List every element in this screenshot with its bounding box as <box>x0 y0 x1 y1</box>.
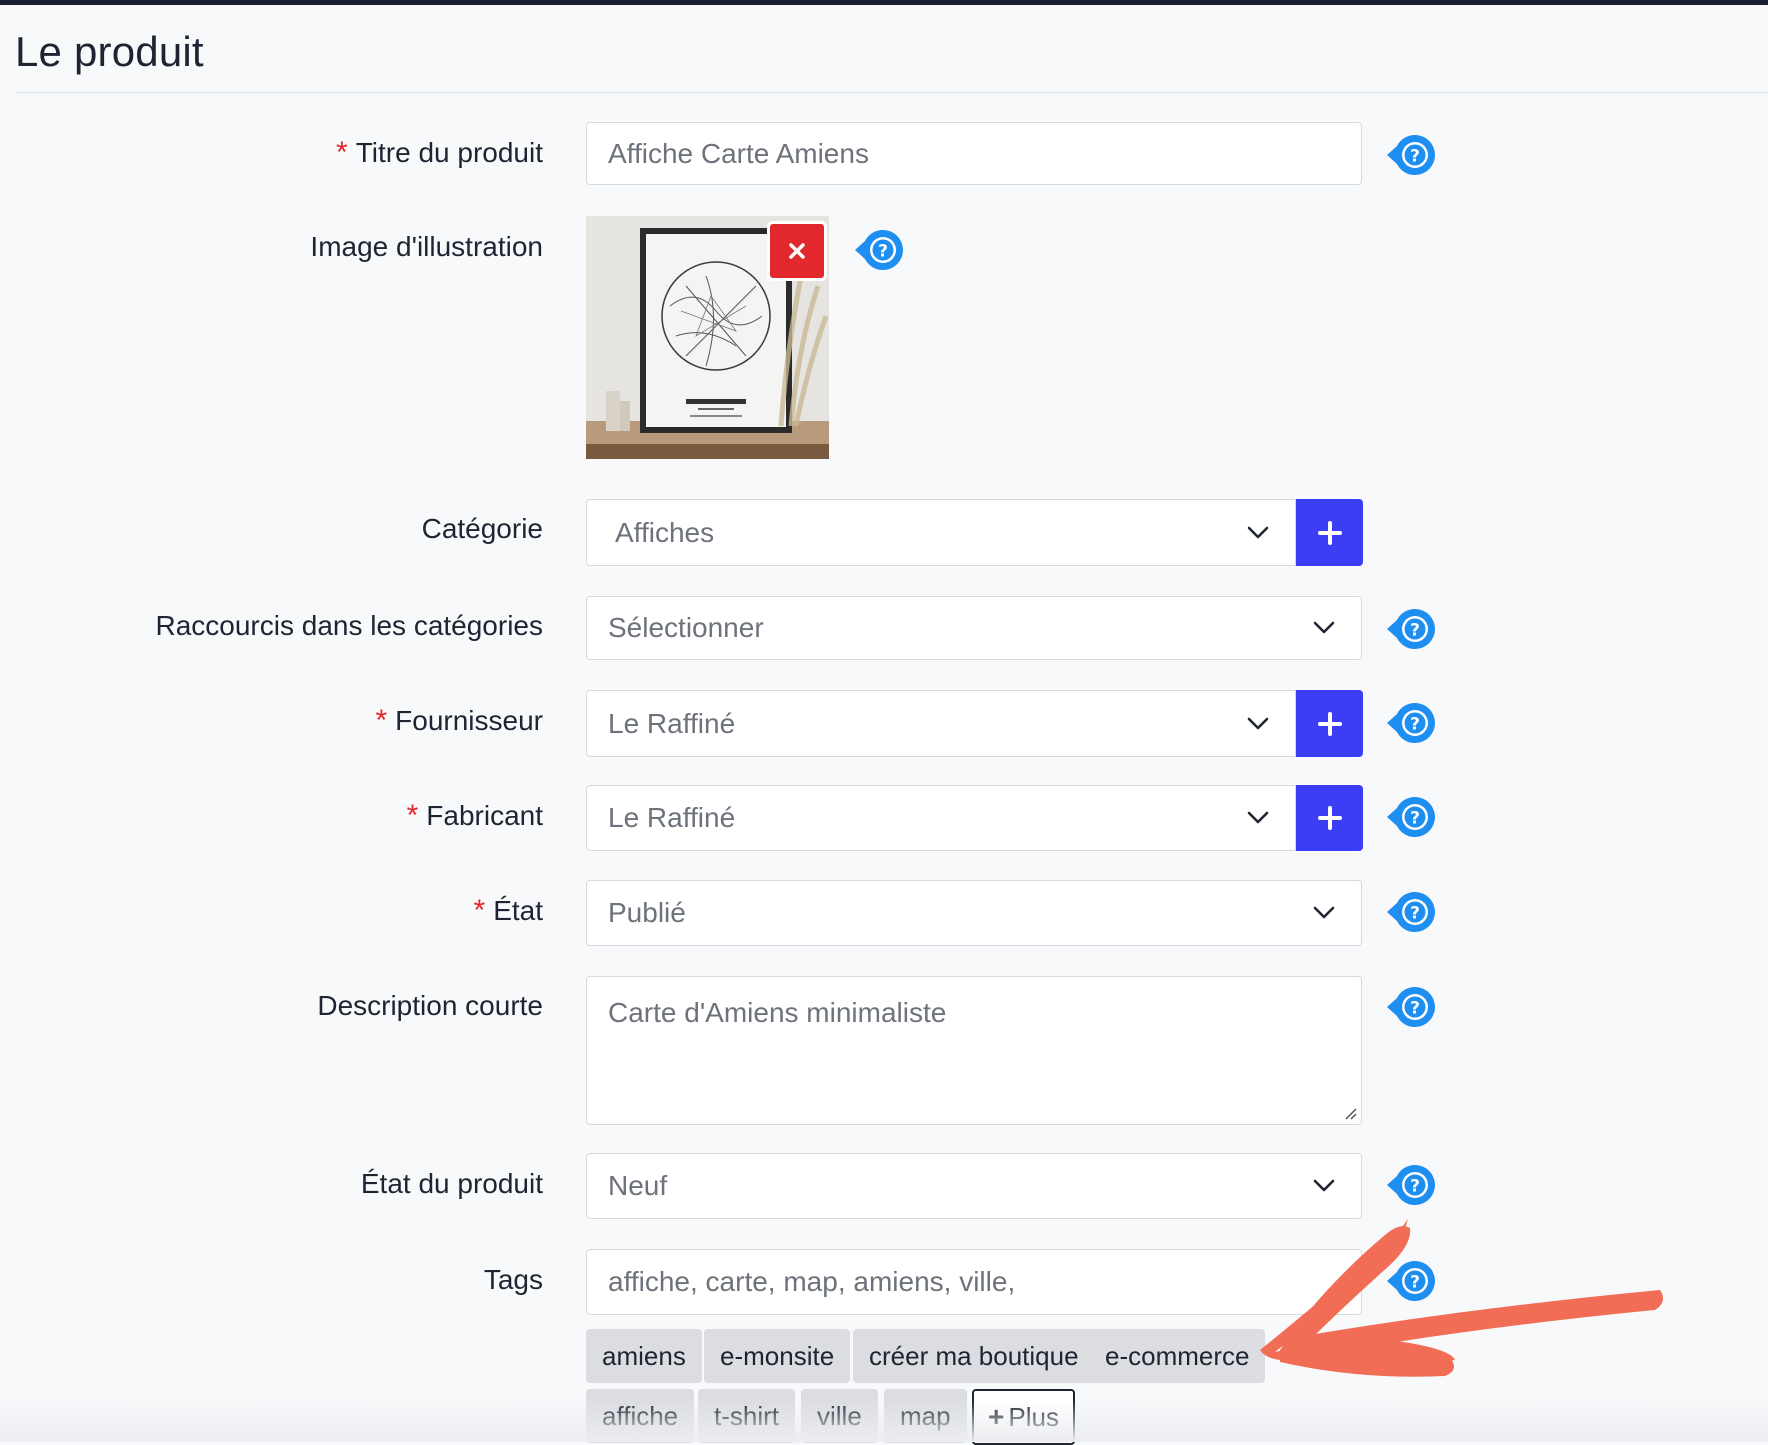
plus-icon: + <box>988 1401 1005 1432</box>
chevron-down-icon <box>1313 1179 1335 1192</box>
question-circle-icon[interactable]: ? <box>1385 985 1437 1029</box>
required-mark: * <box>336 136 348 169</box>
chevron-down-icon <box>1313 621 1335 634</box>
svg-text:?: ? <box>1410 904 1420 924</box>
label-image: Image d'illustration <box>310 231 543 262</box>
supplier-select[interactable]: Le Raffiné <box>586 690 1296 757</box>
plus-icon <box>1317 806 1342 830</box>
condition-select[interactable]: Neuf <box>586 1153 1362 1219</box>
label-short-description: Description courte <box>317 990 543 1021</box>
label-title: * Titre du produit <box>336 136 543 169</box>
shortcuts-select[interactable]: Sélectionner <box>586 596 1362 660</box>
category-select[interactable]: Affiches <box>586 499 1296 566</box>
add-category-button[interactable] <box>1296 499 1363 566</box>
remove-image-button[interactable] <box>770 224 824 278</box>
svg-text:?: ? <box>1410 715 1420 735</box>
svg-text:?: ? <box>1410 1177 1420 1197</box>
required-mark: * <box>473 894 486 927</box>
add-supplier-button[interactable] <box>1296 690 1363 757</box>
manufacturer-select[interactable]: Le Raffiné <box>586 785 1296 851</box>
required-mark: * <box>406 799 419 832</box>
plus-icon <box>1317 711 1342 736</box>
tag-suggestion[interactable]: e-commerce <box>1089 1329 1266 1383</box>
resize-handle-icon[interactable] <box>1343 1106 1357 1120</box>
question-circle-icon[interactable]: ? <box>1385 607 1437 651</box>
label-category: Catégorie <box>421 513 543 544</box>
required-mark: * <box>375 704 388 737</box>
label-tags: Tags <box>483 1264 543 1295</box>
tag-suggestion[interactable]: map <box>884 1389 967 1443</box>
title-divider <box>15 92 1768 93</box>
svg-text:?: ? <box>1410 147 1420 167</box>
svg-text:?: ? <box>878 242 888 262</box>
question-circle-icon[interactable]: ? <box>1385 890 1437 934</box>
more-tags-button[interactable]: + Plus <box>972 1389 1075 1445</box>
label-status: * État <box>473 894 544 927</box>
label-manufacturer: * Fabricant <box>406 799 543 832</box>
plus-icon <box>1317 520 1342 545</box>
add-manufacturer-button[interactable] <box>1296 785 1363 851</box>
top-border <box>0 0 1768 5</box>
question-circle-icon[interactable]: ? <box>1385 1163 1437 1207</box>
chevron-down-icon <box>1247 811 1269 824</box>
title-input[interactable]: Affiche Carte Amiens <box>586 122 1362 185</box>
question-circle-icon[interactable]: ? <box>853 228 905 272</box>
tags-input[interactable]: affiche, carte, map, amiens, ville, <box>586 1249 1362 1315</box>
status-select[interactable]: Publié <box>586 880 1362 946</box>
tag-suggestion[interactable]: amiens <box>586 1329 702 1383</box>
page-title: Le produit <box>15 28 204 75</box>
tag-suggestion[interactable]: affiche <box>586 1389 695 1443</box>
svg-text:?: ? <box>1410 999 1420 1019</box>
tag-suggestion[interactable]: t-shirt <box>698 1389 795 1443</box>
tag-suggestion[interactable]: ville <box>801 1389 878 1443</box>
question-circle-icon[interactable]: ? <box>1385 701 1437 745</box>
x-icon <box>789 243 805 259</box>
chevron-down-icon <box>1247 717 1269 729</box>
short-description-textarea[interactable]: Carte d'Amiens minimaliste <box>586 976 1362 1125</box>
svg-text:?: ? <box>1410 809 1420 829</box>
chevron-down-icon <box>1247 526 1269 538</box>
label-supplier: * Fournisseur <box>375 704 543 737</box>
annotation-arrow-icon <box>1260 1218 1664 1377</box>
chevron-down-icon <box>1313 906 1335 919</box>
label-shortcuts: Raccourcis dans les catégories <box>155 610 543 641</box>
question-circle-icon[interactable]: ? <box>1385 795 1437 839</box>
tag-suggestion[interactable]: e-monsite <box>704 1329 851 1383</box>
svg-text:?: ? <box>1410 621 1420 641</box>
tag-suggestion[interactable]: créer ma boutique <box>853 1329 1095 1383</box>
question-circle-icon[interactable]: ? <box>1385 133 1437 177</box>
label-condition: État du produit <box>360 1168 543 1199</box>
